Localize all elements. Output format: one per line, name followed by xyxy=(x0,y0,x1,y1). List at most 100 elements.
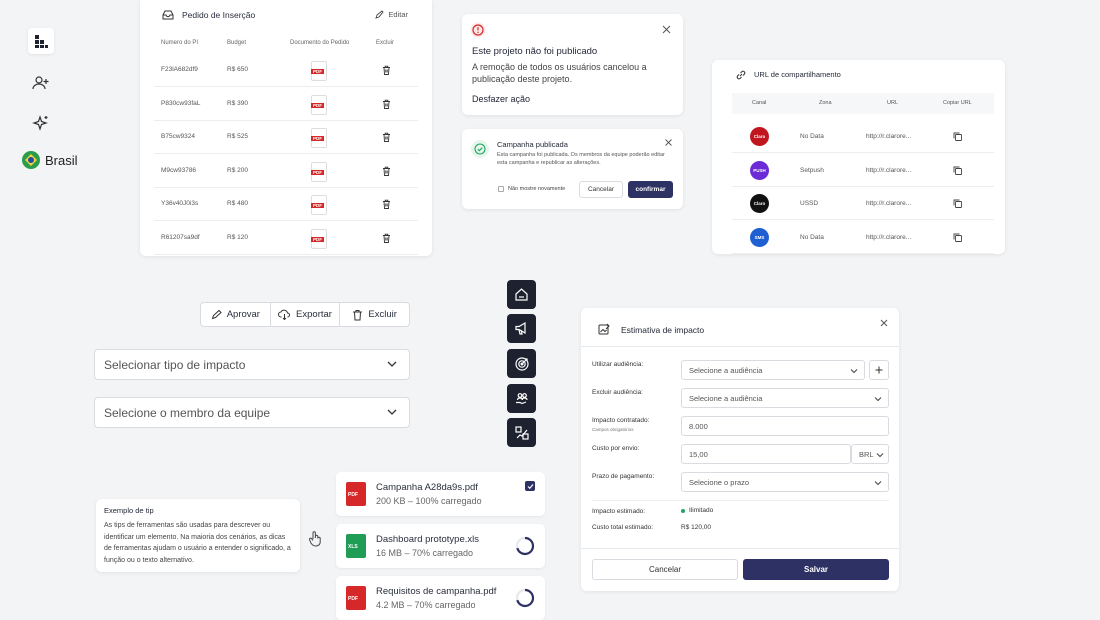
check-circle-icon xyxy=(471,140,489,158)
exclude-audience-select[interactable]: Selecione a audiência xyxy=(681,388,889,408)
team-member-select[interactable]: Selecione o membro da equipe xyxy=(94,397,410,428)
trash-icon[interactable] xyxy=(382,65,391,75)
pdf-document-icon[interactable] xyxy=(311,128,327,148)
country-selector[interactable]: Brasil xyxy=(22,151,78,169)
close-icon[interactable] xyxy=(880,319,888,327)
home-icon-button[interactable] xyxy=(507,280,536,309)
cloud-download-icon xyxy=(278,309,291,320)
tooltip-title: Exemplo de tip xyxy=(104,506,154,515)
progress-spinner xyxy=(515,536,535,556)
url-value: http://r.clarore... xyxy=(866,200,912,207)
copy-icon[interactable] xyxy=(953,166,962,175)
trash-icon[interactable] xyxy=(382,199,391,209)
payment-term-label: Prazo de pagamento: xyxy=(592,473,655,480)
edit-button[interactable]: Editar xyxy=(375,10,408,19)
modal-cancel-button[interactable]: Cancelar xyxy=(592,559,738,580)
inbox-icon xyxy=(162,10,174,20)
currency-select[interactable]: BRL xyxy=(851,444,889,464)
zone-value: No Data xyxy=(800,133,824,140)
trash-icon[interactable] xyxy=(382,233,391,243)
delete-label: Excluir xyxy=(368,309,397,320)
close-icon[interactable] xyxy=(665,139,672,146)
channel-logo: SMS xyxy=(750,227,769,247)
file-upload-item[interactable]: XLS Dashboard prototype.xls 16 MB – 70% ca… xyxy=(336,524,545,568)
file-name: Dashboard prototype.xls xyxy=(376,534,479,545)
table-row: F23lA682df9 R$ 650 xyxy=(154,54,418,87)
add-user-icon[interactable] xyxy=(30,72,52,94)
total-cost-label: Custo total estimado: xyxy=(592,524,654,531)
delete-button[interactable]: Excluir xyxy=(340,303,409,326)
pi-number: F23lA682df9 xyxy=(161,66,198,73)
cancel-button[interactable]: Cancelar xyxy=(579,181,623,198)
app-logo[interactable] xyxy=(28,28,54,54)
link-icon xyxy=(736,70,746,80)
pi-number: P830cw93faL xyxy=(161,99,201,107)
dont-show-checkbox[interactable]: Não mostre novamente xyxy=(498,186,565,192)
sparkles-icon[interactable] xyxy=(30,113,52,135)
plus-icon xyxy=(875,366,883,374)
trash-icon[interactable] xyxy=(382,132,391,142)
published-title: Campanha publicada xyxy=(497,140,568,149)
pdf-document-icon[interactable] xyxy=(311,94,327,115)
share-row: SMS No Data http://r.clarore... xyxy=(732,221,994,254)
check-icon xyxy=(527,483,533,489)
export-button[interactable]: Exportar xyxy=(271,303,341,326)
confirm-button[interactable]: confirmar xyxy=(628,181,673,198)
pi-number: R61207sa9df xyxy=(161,233,200,241)
edit-label: Editar xyxy=(388,10,408,19)
save-button[interactable]: Salvar xyxy=(743,559,889,580)
approve-button[interactable]: Aprovar xyxy=(201,303,271,326)
users-hand-icon-button[interactable] xyxy=(507,384,536,413)
share-url-title: URL de compartilhamento xyxy=(754,70,841,79)
chevron-down-icon xyxy=(387,409,397,415)
checkbox-box[interactable] xyxy=(498,186,504,192)
image-edit-icon xyxy=(598,323,610,335)
file-name: Requisitos de campanha.pdf xyxy=(376,586,497,597)
target-icon-button[interactable] xyxy=(507,349,536,378)
share-row: Claro USSD http://r.clarore... xyxy=(732,187,994,220)
pdf-file-icon: PDF xyxy=(346,586,366,610)
copy-icon[interactable] xyxy=(953,199,962,208)
table-row: R61207sa9df R$ 120 xyxy=(154,222,418,255)
table-row: P830cw93faL R$ 390 xyxy=(154,88,418,121)
copy-icon[interactable] xyxy=(953,132,962,141)
use-audience-select[interactable]: Selecione a audiência xyxy=(681,360,865,380)
share-col-copy: Copiar URL xyxy=(943,100,972,106)
impact-type-select[interactable]: Selecionar tipo de impacto xyxy=(94,349,410,380)
pdf-document-icon[interactable] xyxy=(311,228,327,249)
checkbox-checked[interactable] xyxy=(525,481,535,491)
file-upload-item[interactable]: PDF Campanha A28da9s.pdf 200 KB – 100% car… xyxy=(336,472,545,516)
pdf-document-icon[interactable] xyxy=(311,61,327,81)
use-audience-placeholder: Selecione a audiência xyxy=(689,366,763,375)
channel-logo: Claro xyxy=(750,194,769,213)
budget-value: R$ 480 xyxy=(227,200,248,207)
published-body: Esta campanha foi publicada. Os membros … xyxy=(497,152,665,166)
undo-action-link[interactable]: Desfazer ação xyxy=(472,94,530,104)
pointer-hand-icon xyxy=(309,531,321,547)
target-icon xyxy=(514,356,529,371)
share-row: PUSH Setpush http://r.clarore... xyxy=(732,154,994,187)
col-header-delete: Excluir xyxy=(376,40,395,46)
close-icon[interactable] xyxy=(662,25,671,34)
insertion-order-title: Pedido de Inserção xyxy=(182,10,256,20)
zone-value: USSD xyxy=(800,200,819,207)
megaphone-icon-button[interactable] xyxy=(507,314,536,343)
tooltip-card: Exemplo de tip As tips de ferramentas sã… xyxy=(96,499,300,572)
col-header-budget: Budget xyxy=(227,40,247,46)
contracted-impact-input[interactable]: 8.000 xyxy=(681,416,889,436)
pdf-document-icon[interactable] xyxy=(311,161,327,182)
unpublished-toast: Este projeto não foi publicado A remoção… xyxy=(462,14,683,115)
trash-icon[interactable] xyxy=(382,166,391,176)
copy-icon[interactable] xyxy=(953,233,962,242)
chart-icon-button[interactable] xyxy=(507,418,536,447)
trash-icon[interactable] xyxy=(382,99,391,109)
home-icon xyxy=(515,288,528,301)
payment-term-select[interactable]: Selecione o prazo xyxy=(681,472,889,492)
add-audience-button[interactable] xyxy=(869,360,889,380)
cost-per-send-input[interactable]: 15,00 xyxy=(681,444,851,464)
file-size: 16 MB – 70% carregado xyxy=(376,548,474,558)
table-row: M9cw93786 R$ 200 xyxy=(154,155,418,188)
zone-value: Setpush xyxy=(800,166,824,174)
pdf-document-icon[interactable] xyxy=(311,195,327,215)
file-upload-item[interactable]: PDF Requisitos de campanha.pdf 4.2 MB – 70… xyxy=(336,576,545,620)
